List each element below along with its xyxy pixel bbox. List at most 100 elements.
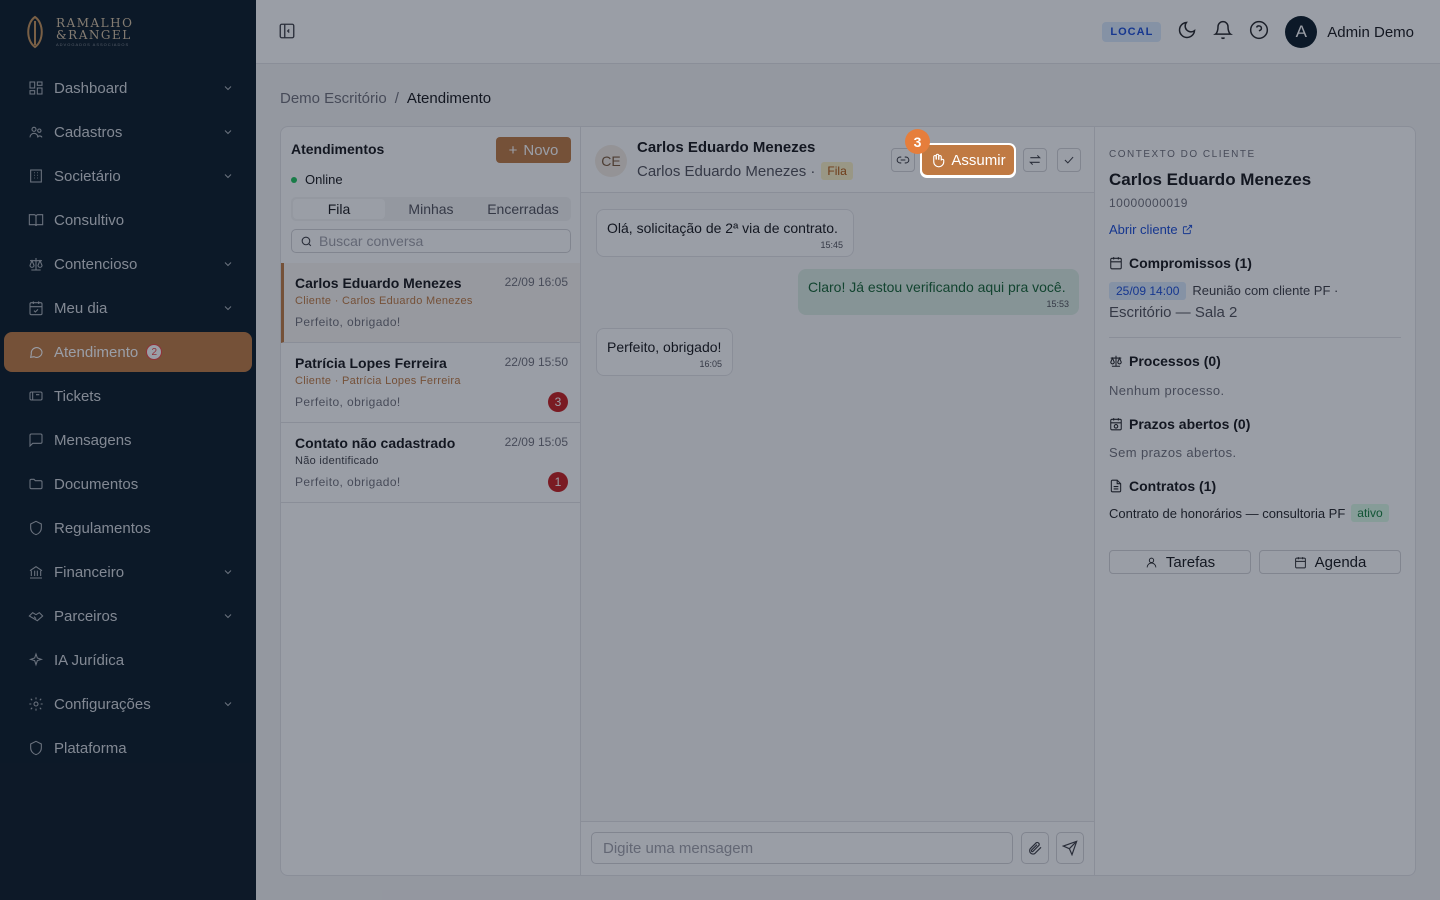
calendar-icon: [1294, 556, 1306, 568]
sidebar-item-meu-dia[interactable]: Meu dia: [4, 288, 252, 328]
sidebar-item-regulamentos[interactable]: Regulamentos: [4, 508, 252, 548]
breadcrumb-separator: /: [394, 90, 399, 107]
user-avatar[interactable]: A: [1285, 16, 1318, 48]
chevron-down-icon[interactable]: [222, 565, 234, 577]
help-button[interactable]: [1249, 20, 1269, 45]
file-text-icon: [1110, 479, 1122, 493]
message-composer: [581, 821, 1094, 875]
processes-title: Processos (0): [1129, 353, 1221, 369]
conversation-item[interactable]: Patrícia Lopes Ferreira 22/09 15:50 Clie…: [281, 343, 580, 423]
new-conversation-button[interactable]: + Novo: [496, 137, 571, 163]
contact-avatar: CE: [595, 145, 627, 177]
sidebar-item-label: Financeiro: [54, 563, 125, 581]
sidebar-item-ia-jur-dica[interactable]: IA Jurídica: [4, 640, 252, 680]
open-client-link[interactable]: Abrir cliente: [1109, 222, 1193, 237]
sidebar-item-societ-rio[interactable]: Societário: [4, 156, 252, 196]
notifications-button[interactable]: [1213, 20, 1234, 45]
chevron-down-icon[interactable]: [222, 125, 234, 137]
tasks-button[interactable]: Tarefas: [1109, 550, 1251, 574]
scale-icon: [1110, 355, 1122, 367]
unread-count-badge: 1: [548, 472, 568, 492]
calendar-icon: [1110, 257, 1122, 270]
conversation-list-panel: Atendimentos + Novo Online Fila Minhas E…: [281, 127, 581, 875]
shield-icon: [28, 740, 44, 756]
chevron-down-icon[interactable]: [222, 697, 234, 709]
sidebar-item-dashboard[interactable]: Dashboard: [4, 68, 252, 108]
chevron-down-icon[interactable]: [222, 609, 234, 621]
brand-logo[interactable]: RAMALHO &RANGEL ADVOGADOS ASSOCIADOS: [0, 0, 256, 64]
sidebar-item-consultivo[interactable]: Consultivo: [4, 200, 252, 240]
help-circle-icon: [1250, 20, 1269, 39]
book-icon: [28, 212, 44, 228]
close-conversation-button[interactable]: [1057, 148, 1081, 172]
tab-mine[interactable]: Minhas: [385, 199, 477, 219]
context-label: CONTEXTO DO CLIENTE: [1109, 149, 1256, 160]
assume-conversation-button[interactable]: Assumir: [922, 145, 1014, 175]
conversation-subtitle: Não identificado: [295, 455, 379, 467]
chevron-down-icon[interactable]: [222, 301, 234, 313]
contract-name: Contrato de honorários — consultoria PF: [1109, 505, 1346, 521]
theme-toggle-button[interactable]: [1177, 20, 1197, 45]
message-incoming: Perfeito, obrigado! 16:05: [596, 328, 733, 376]
sidebar-item-contencioso[interactable]: Contencioso: [4, 244, 252, 284]
conversation-subtitle: Cliente · Carlos Eduardo Menezes: [295, 295, 473, 307]
deadlines-section-title: Prazos abertos (0): [1109, 416, 1250, 432]
open-client-label: Abrir cliente: [1109, 222, 1178, 237]
handshake-icon: [28, 608, 44, 624]
chevron-down-icon[interactable]: [222, 169, 234, 181]
moon-icon: [1179, 21, 1196, 38]
building-icon: [28, 168, 44, 184]
calendar-icon: [28, 300, 44, 316]
sidebar: RAMALHO &RANGEL ADVOGADOS ASSOCIADOS Das…: [0, 0, 256, 900]
sidebar-item-financeiro[interactable]: Financeiro: [4, 552, 252, 592]
message-input[interactable]: [591, 832, 1013, 864]
sidebar-item-plataforma[interactable]: Plataforma: [4, 728, 252, 768]
ticket-icon: [28, 388, 44, 404]
tab-queue[interactable]: Fila: [293, 199, 385, 219]
sidebar-toggle-button[interactable]: [278, 22, 298, 42]
sidebar-item-configura-es[interactable]: Configurações: [4, 684, 252, 724]
message-text: Perfeito, obrigado!: [607, 339, 722, 355]
processes-section-title: Processos (0): [1109, 353, 1221, 369]
appointment-location: Escritório — Sala 2: [1109, 304, 1238, 321]
send-button[interactable]: [1056, 832, 1084, 864]
tour-step-badge: 3: [905, 129, 930, 154]
folder-icon: [28, 476, 44, 492]
section-divider: [1109, 337, 1401, 338]
chevron-down-icon[interactable]: [222, 257, 234, 269]
chevron-down-icon[interactable]: [222, 81, 234, 93]
sparkles-icon: [28, 652, 44, 668]
attach-button[interactable]: [1021, 832, 1049, 864]
appointment-item[interactable]: 25/09 14:00 Reunião com cliente PF · Escr…: [1109, 280, 1399, 324]
search-icon: [301, 236, 312, 246]
sidebar-item-mensagens[interactable]: Mensagens: [4, 420, 252, 460]
breadcrumb-root[interactable]: Demo Escritório: [280, 90, 387, 107]
conversation-item[interactable]: Carlos Eduardo Menezes 22/09 16:05 Clien…: [281, 263, 580, 343]
sidebar-item-label: Tickets: [54, 387, 101, 405]
search-input[interactable]: [319, 233, 559, 249]
contact-name: Carlos Eduardo Menezes: [637, 139, 816, 156]
status-dot-icon: [291, 176, 297, 183]
message-time: 15:45: [820, 240, 843, 250]
sidebar-item-parceiros[interactable]: Parceiros: [4, 596, 252, 636]
user-name[interactable]: Admin Demo: [1327, 24, 1414, 41]
sidebar-nav: Dashboard Cadastros Societário Consultivo Co…: [0, 64, 256, 776]
sidebar-item-tickets[interactable]: Tickets: [4, 376, 252, 416]
online-status[interactable]: Online: [291, 172, 343, 187]
conversation-time: 22/09 15:50: [504, 355, 568, 369]
sidebar-item-label: Dashboard: [54, 79, 128, 97]
client-name: Carlos Eduardo Menezes: [1109, 170, 1312, 189]
contract-status-badge: ativo: [1351, 504, 1389, 522]
deadlines-empty: Sem prazos abertos.: [1109, 445, 1237, 460]
contract-item[interactable]: Contrato de honorários — consultoria PF …: [1109, 504, 1389, 522]
transfer-button[interactable]: [1023, 148, 1047, 172]
tab-closed[interactable]: Encerradas: [477, 199, 569, 219]
sidebar-item-documentos[interactable]: Documentos: [4, 464, 252, 504]
conversation-tabs: Fila Minhas Encerradas: [291, 197, 571, 221]
sidebar-item-cadastros[interactable]: Cadastros: [4, 112, 252, 152]
conversation-time: 22/09 16:05: [504, 275, 568, 289]
contact-subtitle-text: Carlos Eduardo Menezes ·: [637, 162, 816, 180]
sidebar-item-atendimento[interactable]: Atendimento 2: [4, 332, 252, 372]
agenda-button[interactable]: Agenda: [1259, 550, 1401, 574]
conversation-item[interactable]: Contato não cadastrado 22/09 15:05 Não i…: [281, 423, 580, 503]
